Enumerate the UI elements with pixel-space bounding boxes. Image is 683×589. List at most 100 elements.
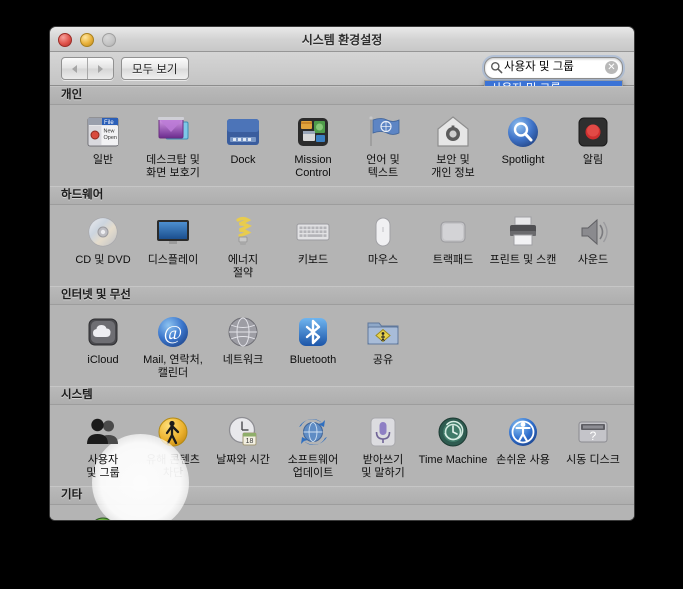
pane-label: 소프트웨어 업데이트 [288,454,339,479]
search-field[interactable]: 사용자 및 그룹 ✕ [484,57,623,79]
svg-text:File: File [104,120,114,126]
section-items: WMV Flip4Mac WMV [50,505,634,520]
pane-label: 네트워크 [223,354,263,367]
section-title: 개인 [50,86,634,105]
pane-software-update[interactable]: 소프트웨어 업데이트 [278,413,348,479]
pane-displays[interactable]: 디스플레이 [138,213,208,279]
pane-sound[interactable]: 사운드 [558,213,628,279]
pane-time-machine[interactable]: Time Machine [418,413,488,479]
pane-startup-disk[interactable]: ? 시동 디스크 [558,413,628,479]
pane-label: Mail, 연락처, 캘린더 [143,354,203,379]
pane-label: Mission Control [294,154,331,179]
pane-flip4mac-wmv[interactable]: WMV Flip4Mac WMV [68,513,138,520]
pane-accessibility[interactable]: 손쉬운 사용 [488,413,558,479]
section-items: iCloud [50,305,634,386]
pane-label: Bluetooth [290,354,336,367]
section-items: File New Open 일반 [50,105,634,186]
general-icon: File New Open [84,113,122,151]
section-title: 하드웨어 [50,186,634,205]
pane-label: 일반 [93,154,113,167]
search-icon [490,61,503,74]
pane-parental-controls[interactable]: 유해 콘텐츠 차단 [138,413,208,479]
pane-mail-contacts-calendars[interactable]: @ Mail, 연락처, 캘린더 [138,313,208,379]
pane-notifications[interactable]: 알림 [558,113,628,179]
pane-dock[interactable]: Dock [208,113,278,179]
dictation-speech-icon [364,413,402,451]
icloud-icon [84,313,122,351]
displays-icon [154,213,192,251]
pane-label: 프린트 및 스캔 [490,254,557,267]
window-titlebar: 시스템 환경설정 [50,27,634,52]
pane-bluetooth[interactable]: Bluetooth [278,313,348,379]
pane-label: Spotlight [502,154,545,167]
flip4mac-wmv-icon: WMV [84,513,122,520]
pane-general[interactable]: File New Open 일반 [68,113,138,179]
startup-disk-icon: ? [574,413,612,451]
pane-security-privacy[interactable]: 보안 및 개인 정보 [418,113,488,179]
pane-label: 날짜와 시간 [216,454,270,467]
pane-energy-saver[interactable]: 에너지 절약 [208,213,278,279]
svg-text:Open: Open [104,135,117,141]
print-scan-icon [504,213,542,251]
section-items: 사용자 및 그룹 [50,405,634,486]
pane-language-text[interactable]: 언어 및 텍스트 [348,113,418,179]
pane-label: 시동 디스크 [566,454,620,467]
pane-spotlight[interactable]: Spotlight [488,113,558,179]
network-icon [224,313,262,351]
parental-controls-icon [154,413,192,451]
bluetooth-icon [294,313,332,351]
system-preferences-window: 시스템 환경설정 모두 보기 사용자 및 그룹 ✕ 사용자 및 그룹 [50,27,634,520]
pane-label: 알림 [583,154,603,167]
section-internet-wireless: 인터넷 및 무선 iCloud [50,286,634,386]
pane-switchresx[interactable]: SwitchResX [138,513,208,520]
pane-dictation-speech[interactable]: 받아쓰기 및 말하기 [348,413,418,479]
pane-date-time[interactable]: 18 날짜와 시간 [208,413,278,479]
section-items: CD 및 DVD [50,205,634,286]
keyboard-icon [294,213,332,251]
preference-panes-area: 개인 File New Open [50,86,634,520]
pane-label: 언어 및 텍스트 [366,154,399,179]
section-system: 시스템 사용자 및 그룹 [50,386,634,486]
pane-cd-dvd[interactable]: CD 및 DVD [68,213,138,279]
desktop-screensaver-icon [154,113,192,151]
energy-saver-icon [224,213,262,251]
pane-print-scan[interactable]: 프린트 및 스캔 [488,213,558,279]
sound-icon [574,213,612,251]
pane-label: 보안 및 개인 정보 [431,154,475,179]
pane-trackpad[interactable]: 트랙패드 [418,213,488,279]
show-all-button[interactable]: 모두 보기 [121,57,189,80]
window-title: 시스템 환경설정 [50,31,634,48]
pane-sharing[interactable]: 공유 [348,313,418,379]
pane-label: 유해 콘텐츠 차단 [146,454,200,479]
pane-network[interactable]: 네트워크 [208,313,278,379]
mission-control-icon [294,113,332,151]
section-title: 시스템 [50,386,634,405]
notifications-icon [574,113,612,151]
pane-keyboard[interactable]: 키보드 [278,213,348,279]
pane-label: 사운드 [578,254,608,267]
svg-text:@: @ [164,322,182,344]
pane-label: iCloud [87,354,118,367]
pane-mission-control[interactable]: Mission Control [278,113,348,179]
accessibility-icon [504,413,542,451]
section-title: 기타 [50,486,634,505]
pane-users-groups[interactable]: 사용자 및 그룹 [68,413,138,479]
section-other: 기타 WMV [50,486,634,520]
search-input[interactable]: 사용자 및 그룹 [504,60,602,75]
date-time-icon: 18 [224,413,262,451]
pane-mouse[interactable]: 마우스 [348,213,418,279]
pane-desktop-screensaver[interactable]: 데스크탑 및 화면 보호기 [138,113,208,179]
toolbar: 모두 보기 사용자 및 그룹 ✕ 사용자 및 그룹 [50,52,634,86]
mouse-icon [364,213,402,251]
forward-button[interactable] [87,58,113,79]
users-groups-icon [84,413,122,451]
trackpad-icon [434,213,472,251]
svg-text:18: 18 [246,438,254,445]
back-button[interactable] [62,58,87,79]
security-privacy-icon [434,113,472,151]
pane-icloud[interactable]: iCloud [68,313,138,379]
clear-search-icon[interactable]: ✕ [605,61,618,74]
navigation-segmented-control[interactable] [61,57,114,80]
pane-label: 디스플레이 [148,254,199,267]
section-title: 인터넷 및 무선 [50,286,634,305]
